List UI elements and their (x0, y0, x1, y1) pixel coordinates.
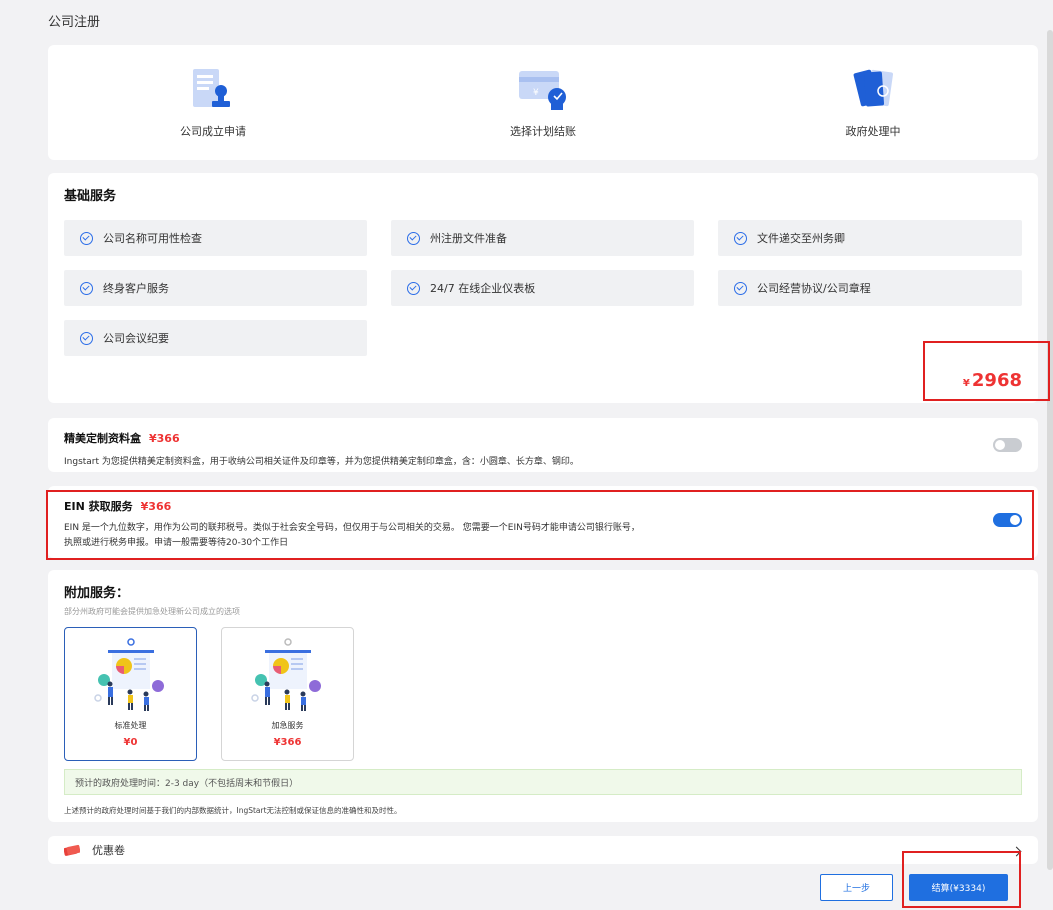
option-price: ¥366 (149, 432, 180, 445)
service-label: 公司会议纪要 (103, 332, 169, 345)
extra-services-title: 附加服务： (64, 586, 130, 601)
tier-name: 加急服务 (271, 721, 304, 730)
tier-name: 标准处理 (114, 721, 147, 730)
service-item: 24/7 在线企业仪表板 (391, 270, 694, 306)
page-title: 公司注册 (48, 15, 101, 30)
service-item: 终身客户服务 (64, 270, 367, 306)
service-list: 公司名称可用性检查 州注册文件准备 文件递交至州务卿 终身客户服务 24/7 在… (64, 220, 1022, 356)
team-board-illustration (93, 638, 164, 711)
check-circle-icon (407, 231, 420, 245)
service-item: 公司经营协议/公司章程 (718, 270, 1022, 306)
check-circle-icon (734, 231, 747, 245)
service-label: 24/7 在线企业仪表板 (430, 282, 536, 295)
service-label: 终身客户服务 (103, 282, 169, 295)
service-item: 文件递交至州务卿 (718, 220, 1022, 256)
ein-service-option: EIN 获取服务 ¥366 EIN 是一个九位数字，用作为公司的联邦税号。类似于社… (48, 486, 1038, 558)
step-label: 选择计划结账 (510, 125, 576, 138)
processing-tiers: 标准处理 ¥0 加急服务 ¥366 (64, 627, 1022, 761)
document-stamp-icon (193, 69, 230, 107)
service-item: 公司名称可用性检查 (64, 220, 367, 256)
extra-services-subtitle: 部分州政府可能会提供加急处理新公司成立的选项 (64, 607, 240, 616)
service-label: 州注册文件准备 (430, 232, 507, 245)
service-label: 文件递交至州务卿 (757, 232, 845, 245)
ein-service-toggle[interactable] (993, 513, 1022, 527)
coupon-row[interactable]: 优惠卷 (48, 836, 1038, 864)
chevron-right-icon (1011, 846, 1022, 857)
extra-services-panel: 附加服务： 部分州政府可能会提供加急处理新公司成立的选项 标准处理 ¥0 加急服… (48, 570, 1038, 822)
basic-services-price: ¥2968 (963, 370, 1022, 391)
disclaimer-note: 上述预计的政府处理时间基于我们的内部数据统计，IngStart无法控制或保证信息… (64, 806, 402, 815)
service-item: 公司会议纪要 (64, 320, 367, 356)
svg-text:¥: ¥ (533, 88, 539, 98)
custom-box-toggle[interactable] (993, 438, 1022, 452)
basic-services-panel: 基础服务 公司名称可用性检查 州注册文件准备 文件递交至州务卿 终身客户服务 2… (48, 173, 1038, 403)
step-company-application: 公司成立申请 (113, 67, 313, 160)
price-value: 2968 (971, 370, 1022, 391)
coupon-ticket-icon (64, 844, 80, 856)
service-label: 公司名称可用性检查 (103, 232, 202, 245)
tier-price: ¥0 (123, 737, 138, 748)
processing-time-notice: 预计的政府处理时间：2-3 day（不包括周末和节假日） (64, 769, 1022, 795)
check-circle-icon (734, 281, 747, 295)
vertical-scrollbar[interactable] (1047, 30, 1053, 870)
check-circle-icon (80, 281, 93, 295)
service-item: 州注册文件准备 (391, 220, 694, 256)
option-title: 精美定制资料盒 (64, 432, 141, 445)
option-price: ¥366 (140, 500, 172, 513)
currency-symbol: ¥ (962, 378, 970, 389)
step-choose-plan: ¥ 选择计划结账 (443, 67, 643, 160)
step-label: 公司成立申请 (180, 125, 246, 138)
tier-standard[interactable]: 标准处理 ¥0 (64, 627, 197, 761)
option-title: EIN 获取服务 (64, 500, 133, 513)
check-circle-icon (407, 281, 420, 295)
option-heading: 精美定制资料盒 ¥366 (64, 430, 1022, 446)
basic-services-title: 基础服务 (64, 189, 117, 204)
option-description-line: 执照或进行税务申报。申请一般需要等待20-30个工作日 (64, 538, 289, 548)
government-files-icon (853, 69, 894, 107)
previous-step-button[interactable]: 上一步 (820, 874, 893, 901)
check-circle-icon (80, 331, 93, 345)
custom-box-option: 精美定制资料盒 ¥366 Ingstart 为您提供精美定制资料盒，用于收纳公司相… (48, 418, 1038, 472)
service-label: 公司经营协议/公司章程 (757, 282, 871, 295)
payment-card-icon: ¥ (519, 71, 566, 110)
tier-expedited[interactable]: 加急服务 ¥366 (221, 627, 354, 761)
tier-price: ¥366 (273, 737, 302, 748)
option-description: EIN 是一个九位数字，用作为公司的联邦税号。类似于社会安全号码，但仅用于与公司… (64, 521, 764, 551)
step-government-processing: 政府处理中 (773, 67, 973, 160)
progress-steps: 公司成立申请 ¥ 选择计划结账 政府处理中 (48, 45, 1038, 160)
option-description: Ingstart 为您提供精美定制资料盒，用于收纳公司相关证件及印章等，并为您提… (64, 457, 579, 467)
coupon-label: 优惠卷 (92, 844, 125, 857)
team-board-illustration (250, 638, 321, 711)
step-label: 政府处理中 (845, 125, 901, 138)
option-heading: EIN 获取服务 ¥366 (64, 498, 1022, 514)
check-circle-icon (80, 231, 93, 245)
checkout-button[interactable]: 结算(¥3334) (909, 874, 1008, 901)
option-description-line: EIN 是一个九位数字，用作为公司的联邦税号。类似于社会安全号码，但仅用于与公司… (64, 523, 640, 533)
